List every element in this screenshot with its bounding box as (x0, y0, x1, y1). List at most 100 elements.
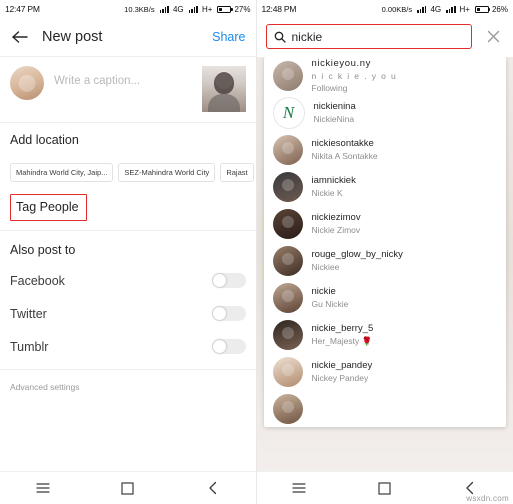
avatar (272, 356, 303, 387)
avatar (10, 66, 44, 100)
also-post-to-label: Also post to (10, 243, 76, 257)
left-status-bar: 12:47 PM 10.3KB/s 4G H+ 27% (0, 0, 256, 18)
back-chevron-icon[interactable] (202, 477, 224, 499)
list-item[interactable]: rouge_glow_by_nicky Nickiee (264, 242, 507, 279)
right-network-type: 4G (430, 4, 442, 14)
search-bar: nickie (257, 18, 513, 57)
left-nav-bar (0, 471, 256, 504)
caption-row: Write a caption... (0, 57, 256, 122)
list-item[interactable]: nickiesontakke Nikita A Sontakke (264, 131, 507, 168)
battery-icon (215, 5, 233, 13)
facebook-label: Facebook (10, 273, 65, 288)
list-item[interactable]: nickie_berry_5 Her_Majesty 🌹 (264, 316, 507, 353)
result-username: nickiesontakke (311, 137, 374, 149)
tumblr-toggle[interactable] (211, 339, 246, 354)
result-fullname: Nickie K (311, 187, 343, 198)
right-hd-indicator: H+ (459, 4, 470, 14)
result-fullname: NickieNina (313, 113, 355, 124)
new-post-header: New post Share (0, 18, 256, 56)
arrow-left-icon[interactable] (10, 27, 30, 47)
list-item[interactable]: nickiezimov Nickie Zimov (264, 205, 507, 242)
menu-icon[interactable] (288, 477, 310, 499)
result-fullname: Nickey Pandey (311, 372, 369, 383)
right-signal-bars-2 (444, 5, 456, 13)
twitter-label: Twitter (10, 306, 47, 321)
toggle-row-twitter[interactable]: Twitter (0, 297, 256, 330)
avatar (272, 282, 303, 313)
avatar (272, 171, 303, 202)
location-chip[interactable]: Mahindra World City, Jaip... (10, 163, 114, 182)
tag-people-row[interactable]: Tag People (0, 194, 256, 221)
menu-icon[interactable] (32, 477, 54, 499)
left-signal-bars-2 (187, 5, 199, 13)
home-square-icon[interactable] (117, 477, 139, 499)
home-square-icon[interactable] (374, 477, 396, 499)
left-phone-screen: 12:47 PM 10.3KB/s 4G H+ 27% New post Sha… (0, 0, 256, 504)
caption-input[interactable]: Write a caption... (44, 66, 202, 87)
result-status: Following (311, 82, 348, 93)
search-results-area: nickieyou.ny n i c k i e . y o u Followi… (256, 57, 513, 487)
list-item[interactable]: iamnickiek Nickie K (264, 168, 507, 205)
right-status-bar: 12:48 PM 0.00KB/s 4G H+ 26% (256, 0, 513, 18)
list-item[interactable] (264, 390, 507, 427)
advanced-settings-label[interactable]: Advanced settings (0, 370, 256, 404)
left-hd-indicator: H+ (202, 4, 213, 14)
result-username: nickienina (313, 100, 356, 112)
result-fullname: Gu Nickie (311, 298, 349, 309)
avatar (272, 134, 303, 165)
close-icon[interactable] (482, 26, 504, 48)
result-fullname: Her_Majesty 🌹 (311, 335, 373, 346)
tumblr-label: Tumblr (10, 339, 49, 354)
left-network-type: 4G (172, 4, 184, 14)
result-fullname: n i c k i e . y o u (311, 70, 398, 81)
search-input-value: nickie (291, 29, 323, 44)
right-battery-percent: 26% (491, 4, 508, 14)
avatar (272, 208, 303, 239)
twitter-toggle[interactable] (211, 306, 246, 321)
list-item[interactable]: nickie_pandey Nickey Pandey (264, 353, 507, 390)
result-fullname: Nikita A Sontakke (311, 150, 378, 161)
location-chip[interactable]: Rajast (220, 163, 254, 182)
location-suggestion-chips: Mahindra World City, Jaip... SEZ-Mahindr… (0, 157, 256, 192)
add-location-label: Add location (10, 133, 79, 147)
left-battery-percent: 27% (234, 4, 251, 14)
result-username: nickieyou.ny (311, 57, 371, 69)
tag-people-label[interactable]: Tag People (10, 194, 87, 221)
share-button[interactable]: Share (212, 30, 245, 44)
toggle-row-facebook[interactable]: Facebook (0, 264, 256, 297)
avatar (272, 96, 305, 129)
result-username: nickiezimov (311, 211, 361, 223)
avatar (272, 393, 303, 424)
result-fullname: Nickie Zimov (311, 224, 361, 235)
facebook-toggle[interactable] (211, 273, 246, 288)
avatar (272, 319, 303, 350)
watermark: wsxdn.com (466, 494, 509, 503)
list-item[interactable]: nickieyou.ny n i c k i e . y o u Followi… (264, 57, 507, 94)
result-username: rouge_glow_by_nicky (311, 248, 403, 260)
result-fullname: Nickiee (311, 261, 340, 272)
left-signal-bars-1 (158, 5, 170, 13)
left-network-speed: 10.3KB/s (124, 4, 155, 14)
avatar (272, 60, 303, 91)
page-title: New post (42, 29, 103, 45)
search-results-list[interactable]: nickieyou.ny n i c k i e . y o u Followi… (263, 57, 507, 427)
right-network-speed: 0.00KB/s (381, 4, 413, 14)
result-username: nickie (311, 285, 336, 297)
avatar (272, 245, 303, 276)
search-icon (274, 31, 286, 43)
post-thumbnail[interactable] (201, 66, 246, 112)
search-input[interactable]: nickie (265, 24, 472, 49)
add-location-row[interactable]: Add location (0, 123, 256, 157)
toggle-row-tumblr[interactable]: Tumblr (0, 330, 256, 363)
result-username: nickie_berry_5 (311, 322, 374, 334)
battery-icon (473, 5, 491, 13)
right-status-time: 12:48 PM (261, 4, 297, 14)
right-phone-screen: 12:48 PM 0.00KB/s 4G H+ 26% nickie nicki… (255, 0, 513, 504)
list-item[interactable]: nickienina NickieNina (264, 94, 507, 131)
left-status-time: 12:47 PM (5, 4, 40, 14)
location-chip[interactable]: SEZ-Mahindra World City (118, 163, 216, 182)
list-item[interactable]: nickie Gu Nickie (264, 279, 507, 316)
right-signal-bars-1 (415, 5, 427, 13)
result-username: nickie_pandey (311, 359, 373, 371)
result-username: iamnickiek (311, 174, 356, 186)
